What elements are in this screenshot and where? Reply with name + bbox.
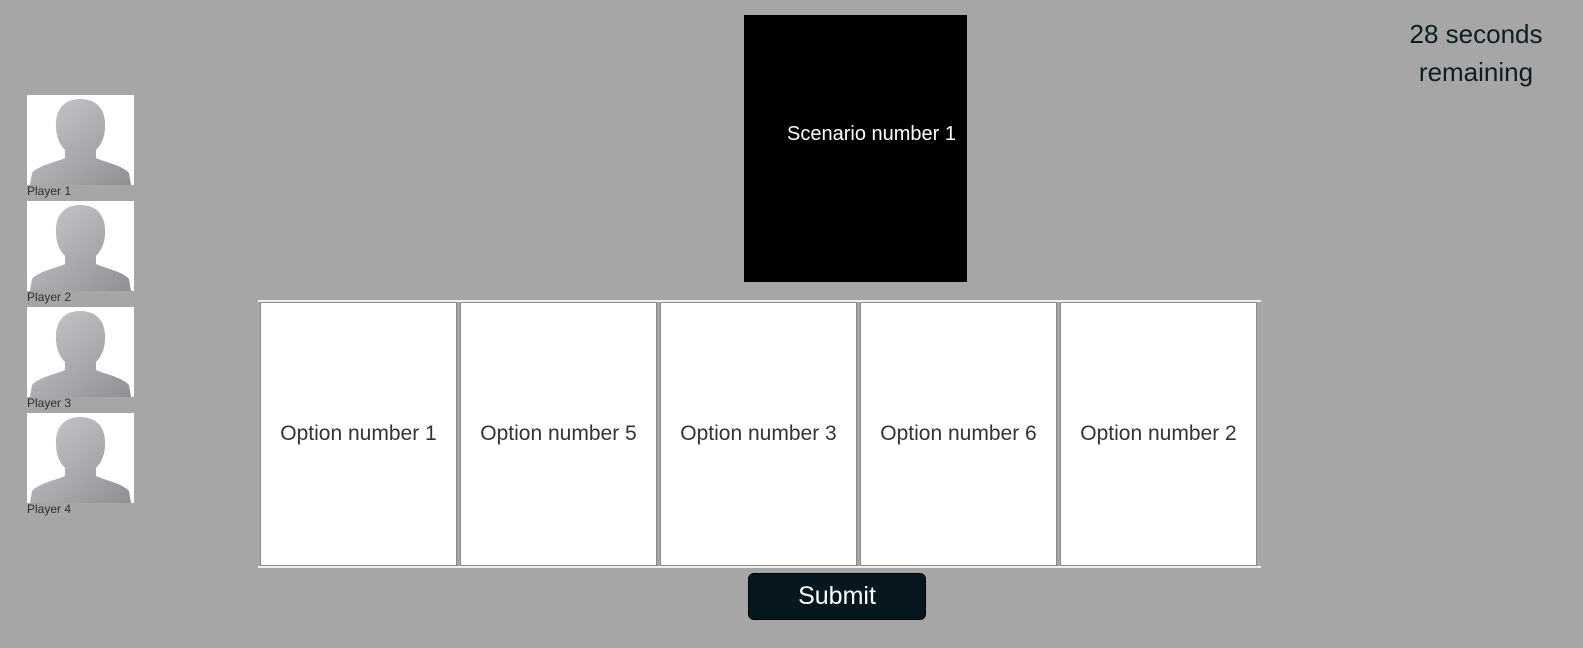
player-name: Player 1 <box>27 184 72 198</box>
option-card[interactable]: Option number 2 <box>1060 302 1257 566</box>
countdown-timer: 28 seconds remaining <box>1390 15 1562 91</box>
avatar-silhouette-icon <box>27 201 134 291</box>
scenario-card: Scenario number 1 <box>744 15 967 282</box>
game-screen: Player 1 Player 2 Player 3 Player 4 Scen… <box>0 0 1583 648</box>
player-name: Player 4 <box>27 502 72 516</box>
option-label: Option number 2 <box>1080 422 1237 445</box>
player-card: Player 4 <box>27 413 167 519</box>
option-card[interactable]: Option number 1 <box>260 302 457 566</box>
options-row: Option number 1 Option number 5 Option n… <box>258 300 1261 568</box>
avatar-silhouette-icon <box>27 413 134 503</box>
avatar-silhouette-icon <box>27 95 134 185</box>
option-label: Option number 1 <box>280 422 437 445</box>
option-label: Option number 3 <box>680 422 837 445</box>
players-list: Player 1 Player 2 Player 3 Player 4 <box>27 95 167 519</box>
player-name: Player 3 <box>27 396 72 410</box>
scenario-label: Scenario number 1 <box>787 123 956 145</box>
timer-seconds-text: 28 seconds <box>1409 19 1543 49</box>
option-card[interactable]: Option number 6 <box>860 302 1057 566</box>
avatar-silhouette-icon <box>27 307 134 397</box>
timer-remaining-text: remaining <box>1418 57 1534 87</box>
player-card: Player 3 <box>27 307 167 413</box>
submit-button[interactable]: Submit <box>748 573 926 620</box>
player-card: Player 2 <box>27 201 167 307</box>
option-card[interactable]: Option number 5 <box>460 302 657 566</box>
player-name: Player 2 <box>27 290 72 304</box>
option-label: Option number 6 <box>880 422 1037 445</box>
option-card[interactable]: Option number 3 <box>660 302 857 566</box>
player-card: Player 1 <box>27 95 167 201</box>
option-label: Option number 5 <box>480 422 637 445</box>
